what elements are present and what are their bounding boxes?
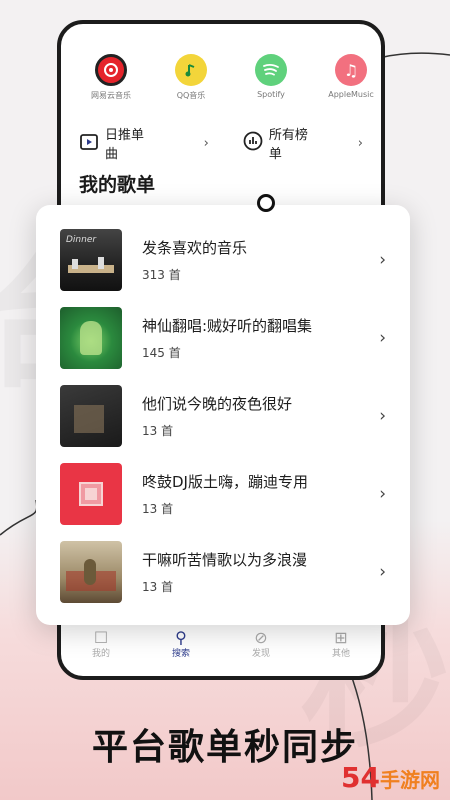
playlist-count: 13 首 <box>142 580 174 594</box>
tab-other[interactable]: ⊞ 其他 <box>311 628 371 676</box>
all-charts-label: 所有榜单 <box>268 128 308 162</box>
section-title: 我的歌单 <box>79 174 156 196</box>
user-icon: ☐ <box>93 628 109 647</box>
playlist-item[interactable]: Dinner 发条喜欢的音乐 313 首 › <box>60 229 400 291</box>
chevron-right-icon: › <box>203 135 209 151</box>
cover-text: Dinner <box>66 235 97 245</box>
playlist-item[interactable]: 神仙翻唱:贼好听的翻唱集 145 首 › <box>60 307 400 369</box>
applemusic-icon: ♫ <box>335 54 367 86</box>
app-applemusic[interactable]: ♫ AppleMusic <box>321 54 381 101</box>
playlist-item[interactable]: 他们说今晚的夜色很好 13 首 › <box>60 385 400 447</box>
app-netease[interactable]: 网易云音乐 <box>81 54 141 101</box>
quick-actions: 日推单曲 › 所有榜单 › <box>79 124 363 162</box>
music-platform-list: 网易云音乐 QQ音乐 Spotify ♫ AppleMusic <box>61 54 381 101</box>
daily-recommend-label: 日推单曲 <box>105 128 145 162</box>
calendar-play-icon <box>79 131 99 155</box>
qqmusic-icon <box>175 54 207 86</box>
spotify-icon <box>255 54 287 86</box>
playlist-count: 13 首 <box>142 502 174 516</box>
playlist-cover <box>60 307 122 369</box>
app-label: AppleMusic <box>328 90 374 99</box>
playlist-card: Dinner 发条喜欢的音乐 313 首 › 神仙翻唱:贼好听的翻唱集 145 … <box>36 205 410 625</box>
watermark-logo: 54手游网 <box>341 761 440 794</box>
playlist-title: 干嘛听苦情歌以为多浪漫 <box>142 551 308 569</box>
playlist-item[interactable]: 咚鼓DJ版土嗨，蹦迪专用 13 首 › <box>60 463 400 525</box>
app-spotify[interactable]: Spotify <box>241 54 301 101</box>
chevron-right-icon: › <box>379 484 386 504</box>
playlist-cover: Dinner <box>60 229 122 291</box>
search-icon: ⚲ <box>175 628 187 647</box>
chevron-right-icon: › <box>379 406 386 426</box>
playlist-count: 145 首 <box>142 346 181 360</box>
playlist-count: 313 首 <box>142 268 181 282</box>
app-qqmusic[interactable]: QQ音乐 <box>161 54 221 101</box>
tab-label: 发现 <box>251 649 270 659</box>
tab-label: 搜索 <box>171 649 190 659</box>
playlist-cover <box>60 463 122 525</box>
tab-label: 我的 <box>91 649 110 659</box>
app-label: QQ音乐 <box>176 91 206 100</box>
playlist-title: 他们说今晚的夜色很好 <box>142 395 293 413</box>
chevron-right-icon: › <box>357 135 363 151</box>
watermark-number: 54 <box>341 761 380 794</box>
daily-recommend-button[interactable]: 日推单曲 › <box>79 124 209 162</box>
all-charts-button[interactable]: 所有榜单 › <box>243 124 363 162</box>
playlist-cover <box>60 385 122 447</box>
tab-label: 其他 <box>331 649 350 659</box>
grid-icon: ⊞ <box>334 628 348 647</box>
watermark-text: 手游网 <box>380 768 440 792</box>
playlist-count: 13 首 <box>142 424 174 438</box>
chevron-right-icon: › <box>379 562 386 582</box>
app-label: Spotify <box>257 90 285 99</box>
chevron-right-icon: › <box>379 328 386 348</box>
playlist-cover <box>60 541 122 603</box>
playlist-title: 发条喜欢的音乐 <box>142 239 248 257</box>
playlist-title: 神仙翻唱:贼好听的翻唱集 <box>142 317 313 335</box>
tab-search[interactable]: ⚲ 搜索 <box>151 628 211 676</box>
decorative-dot <box>257 194 275 212</box>
chevron-right-icon: › <box>379 250 386 270</box>
playlist-item[interactable]: 干嘛听苦情歌以为多浪漫 13 首 › <box>60 541 400 603</box>
playlist-title: 咚鼓DJ版土嗨，蹦迪专用 <box>142 473 308 491</box>
tab-mine[interactable]: ☐ 我的 <box>71 628 131 676</box>
tab-discover[interactable]: ⊘ 发现 <box>231 628 291 676</box>
chart-bars-icon <box>243 131 263 155</box>
compass-icon: ⊘ <box>254 628 268 647</box>
app-label: 网易云音乐 <box>91 91 131 100</box>
netease-icon <box>95 54 127 86</box>
